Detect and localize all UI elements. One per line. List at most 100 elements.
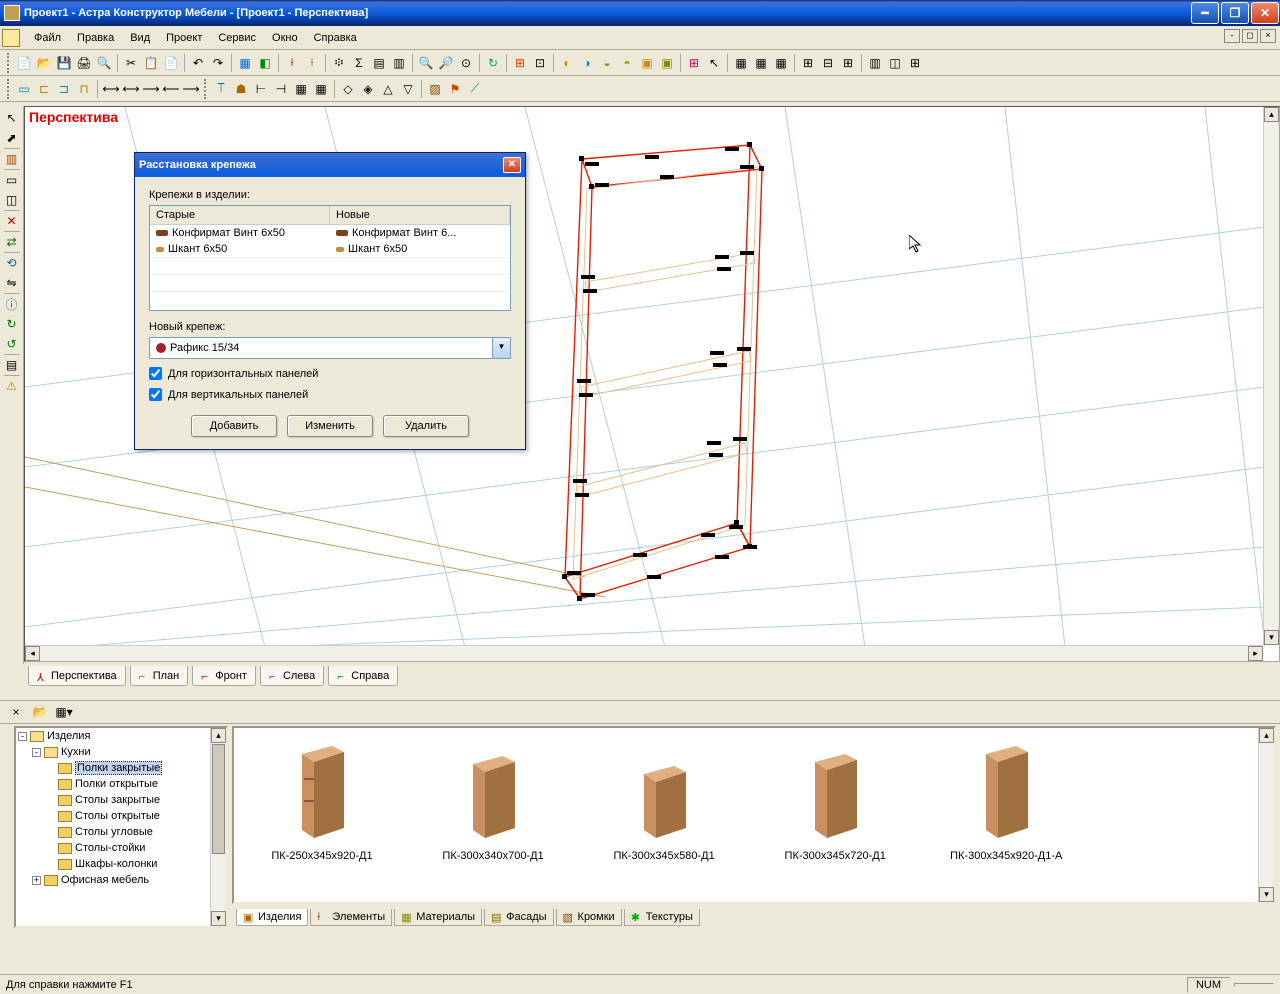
tool-icon[interactable]: ▦ xyxy=(236,54,254,72)
menu-file[interactable]: Файл xyxy=(26,30,69,46)
rotate-icon[interactable]: ⟲ xyxy=(3,254,21,272)
group-icon[interactable]: ፨ xyxy=(330,54,348,72)
view-mode-icon[interactable]: ▦▾ xyxy=(55,703,73,721)
view-icon[interactable]: ▣ xyxy=(658,54,676,72)
snap-icon[interactable]: ⊞ xyxy=(511,54,529,72)
tab-textures[interactable]: ✱Текстуры xyxy=(624,909,700,926)
zoom-out-icon[interactable]: 🔎 xyxy=(437,54,455,72)
thumb-item[interactable]: ПК-300х345х920-Д1-А xyxy=(926,742,1086,862)
box-icon[interactable]: ▥ xyxy=(3,150,21,168)
fix-icon[interactable]: ⟙ xyxy=(212,80,230,98)
open-folder-icon[interactable]: 📂 xyxy=(31,703,49,721)
tab-edges[interactable]: ▧Кромки xyxy=(556,909,622,926)
menu-help[interactable]: Справка xyxy=(306,30,365,46)
view-icon[interactable]: ◓ xyxy=(618,54,636,72)
col-old[interactable]: Старые xyxy=(150,206,330,224)
tab-elements[interactable]: ⟊Элементы xyxy=(310,909,392,926)
col-new[interactable]: Новые xyxy=(330,206,510,224)
thumb-item[interactable]: ПК-300х345х720-Д1 xyxy=(755,742,915,862)
panel-icon[interactable]: ▭ xyxy=(15,80,33,98)
undo-icon[interactable]: ↶ xyxy=(189,54,207,72)
align-icon[interactable]: ⊞ xyxy=(799,54,817,72)
scrollbar-horizontal[interactable]: ◂ ▸ xyxy=(25,645,1263,661)
view-icon[interactable]: ◐ xyxy=(558,54,576,72)
tab-plan[interactable]: ⌐План xyxy=(130,666,189,686)
shape-icon[interactable]: ◇ xyxy=(339,80,357,98)
mdi-restore-button[interactable]: ◻ xyxy=(1242,29,1258,43)
info-icon[interactable]: ⓘ xyxy=(3,295,21,313)
delete-button[interactable]: Удалить xyxy=(383,415,469,437)
dim-icon[interactable]: ⟶ xyxy=(142,80,160,98)
tree-node-cabinets-columns[interactable]: Шкафы-колонки xyxy=(75,858,157,870)
tab-left[interactable]: ⌐Слева xyxy=(260,666,324,686)
save-icon[interactable]: 💾 xyxy=(55,54,73,72)
shape-icon[interactable]: ◈ xyxy=(359,80,377,98)
dim-icon[interactable]: ◫ xyxy=(886,54,904,72)
panel-icon[interactable]: ◫ xyxy=(3,191,21,209)
dim-icon[interactable]: ⟶ xyxy=(182,80,200,98)
fix-icon[interactable]: ▦ xyxy=(292,80,310,98)
tree-node-tables-open[interactable]: Столы открытые xyxy=(75,810,160,822)
warning-icon[interactable]: ⚠ xyxy=(3,377,21,395)
menu-service[interactable]: Сервис xyxy=(210,30,264,46)
shape-icon[interactable]: ▽ xyxy=(399,80,417,98)
tree-node-products[interactable]: Изделия xyxy=(47,730,90,742)
mdi-close-button[interactable]: × xyxy=(1260,29,1276,43)
thumb-item[interactable]: ПК-250х345х920-Д1 xyxy=(242,742,402,862)
preview-icon[interactable]: 🔍 xyxy=(95,54,113,72)
open-icon[interactable]: 📂 xyxy=(35,54,53,72)
layout-icon[interactable]: ⊞ xyxy=(685,54,703,72)
texture-icon[interactable]: ▨ xyxy=(426,80,444,98)
edge-icon[interactable]: ⟋ xyxy=(466,80,484,98)
fasteners-list[interactable]: Старые Новые Конфирмат Винт 6x50 Конфирм… xyxy=(149,205,511,311)
panel-icon[interactable]: ⊐ xyxy=(55,80,73,98)
fix-icon[interactable]: ☗ xyxy=(232,80,250,98)
tree-node-shelves-closed[interactable]: Полки закрытые xyxy=(75,761,162,775)
close-button[interactable]: ✕ xyxy=(1251,2,1279,24)
tree-node-tables-stand[interactable]: Столы-стойки xyxy=(75,842,145,854)
align-icon[interactable]: ⊞ xyxy=(839,54,857,72)
panel-icon[interactable]: ▭ xyxy=(3,171,21,189)
maximize-button[interactable]: ❐ xyxy=(1221,2,1249,24)
redo-icon[interactable]: ↷ xyxy=(209,54,227,72)
library-tree[interactable]: -Изделия -Кухни Полки закрытые Полки отк… xyxy=(14,726,228,928)
new-fastener-combo[interactable]: Рафикс 15/34 ▼ xyxy=(149,337,511,359)
rotate-icon[interactable]: ↻ xyxy=(484,54,502,72)
tree-node-tables-corner[interactable]: Столы угловые xyxy=(75,826,153,838)
view-icon[interactable]: ◒ xyxy=(598,54,616,72)
fix-icon[interactable]: ⊣ xyxy=(272,80,290,98)
menu-edit[interactable]: Правка xyxy=(69,30,122,46)
grid-icon[interactable]: ▦ xyxy=(732,54,750,72)
fastener-icon[interactable]: ⟊ xyxy=(283,54,301,72)
tool-icon[interactable]: ◧ xyxy=(256,54,274,72)
select-icon[interactable]: ↖ xyxy=(705,54,723,72)
tab-front[interactable]: ⌐Фронт xyxy=(192,666,256,686)
scrollbar-vertical[interactable]: ▴ ▾ xyxy=(1263,107,1279,645)
list-row[interactable]: Конфирмат Винт 6x50 Конфирмат Винт 6... xyxy=(150,225,510,241)
combo-dropdown-button[interactable]: ▼ xyxy=(492,338,510,358)
zoom-in-icon[interactable]: 🔍 xyxy=(417,54,435,72)
rotate3d-icon[interactable]: ↻ xyxy=(3,315,21,333)
paste-icon[interactable]: 📄 xyxy=(162,54,180,72)
dialog-titlebar[interactable]: Расстановка крепежа ✕ xyxy=(135,153,525,177)
tab-materials[interactable]: ▦Материалы xyxy=(394,909,482,926)
tree-node-tables-closed[interactable]: Столы закрытые xyxy=(75,794,160,806)
flag-icon[interactable]: ⚑ xyxy=(446,80,464,98)
spec-icon[interactable]: ▤ xyxy=(370,54,388,72)
fix-icon[interactable]: ⊢ xyxy=(252,80,270,98)
menu-window[interactable]: Окно xyxy=(264,30,306,46)
mirror-icon[interactable]: ⇋ xyxy=(3,274,21,292)
dim-icon[interactable]: ▥ xyxy=(866,54,884,72)
check-horizontal-input[interactable] xyxy=(149,367,162,380)
list-icon[interactable]: ▤ xyxy=(3,356,21,374)
view-icon[interactable]: ▣ xyxy=(638,54,656,72)
new-icon[interactable]: 📄 xyxy=(15,54,33,72)
dim-icon[interactable]: ⟷ xyxy=(102,80,120,98)
check-vertical[interactable]: Для вертикальных панелей xyxy=(149,388,511,401)
align-icon[interactable]: ⊟ xyxy=(819,54,837,72)
tree-node-kitchens[interactable]: Кухни xyxy=(61,746,91,758)
tab-right[interactable]: ⌐Справа xyxy=(328,666,398,686)
delete-icon[interactable]: ✕ xyxy=(3,212,21,230)
check-horizontal[interactable]: Для горизонтальных панелей xyxy=(149,367,511,380)
menu-project[interactable]: Проект xyxy=(158,30,210,46)
